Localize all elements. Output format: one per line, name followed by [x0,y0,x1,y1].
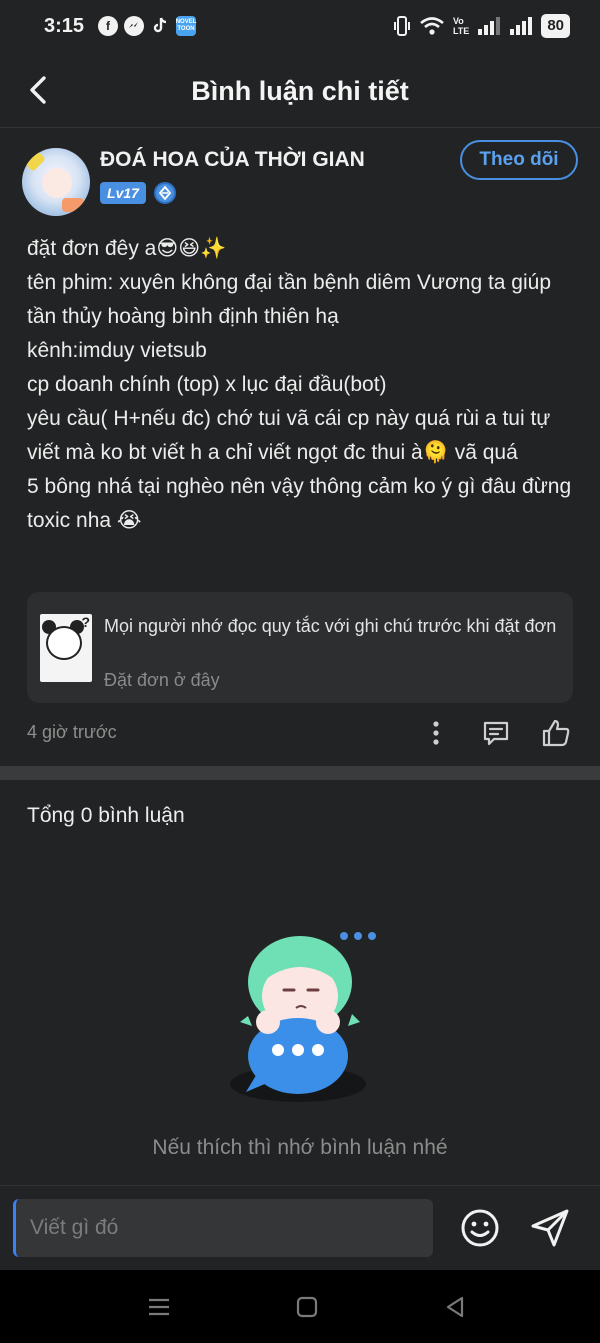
comment-input-bar [0,1185,600,1269]
comment-icon [483,721,509,746]
send-icon [531,1209,569,1247]
post-content: đặt đơn đêy a😎😆✨ tên phim: xuyên không đ… [27,232,577,538]
more-options-button[interactable] [419,716,453,750]
messenger-icon [124,16,144,36]
back-nav-button[interactable] [440,1292,470,1322]
smiley-icon [461,1209,499,1247]
menu-icon [149,1298,169,1316]
follow-button[interactable]: Theo dõi [460,140,578,180]
reply-button[interactable] [479,716,513,750]
wifi-icon [420,17,444,35]
send-button[interactable] [528,1206,572,1250]
linked-post-link[interactable]: Đặt đơn ở đây [104,670,220,691]
signal-icon [478,17,501,35]
post-line: tên phim: xuyên không đại tần bệnh diêm … [27,271,557,328]
level-badge: Lv17 [100,182,146,204]
status-bar: 3:15 f NOVEL TOON Vo LTE 80 [0,0,600,54]
empty-comments-text: Nếu thích thì nhớ bình luận nhé [152,1136,448,1159]
post-author: ĐOÁ HOA CỦA THỜI GIAN Lv17 Theo dõi [22,140,578,220]
post-timestamp: 4 giờ trước [27,722,117,742]
square-icon [296,1296,318,1318]
home-button[interactable] [292,1292,322,1322]
panda-meme-thumbnail: ? [40,614,92,682]
page-title: Bình luận chi tiết [191,76,409,106]
emoji-button[interactable] [458,1206,502,1250]
system-nav-bar [0,1270,600,1343]
linked-post-text: Mọi người nhớ đọc quy tắc với ghi chú tr… [104,616,557,636]
post-line: kênh:imduy vietsub [27,339,207,362]
more-vertical-icon [433,721,439,745]
tiktok-icon [150,16,170,36]
status-time: 3:15 [44,15,85,37]
status-app-icons: f NOVEL TOON [98,16,196,36]
empty-comments-illustration [224,922,380,1112]
post-meta: 4 giờ trước [27,712,573,754]
page-header: Bình luận chi tiết [0,54,600,128]
comment-count: Tổng 0 bình luận [27,804,185,827]
verified-icon [154,182,176,204]
comment-input[interactable] [13,1199,433,1257]
signal-icon-2 [510,17,533,35]
like-button[interactable] [539,716,573,750]
vibrate-icon [393,16,410,36]
thumbs-up-icon [542,719,570,747]
volte-indicator: Vo LTE [452,16,470,36]
author-name[interactable]: ĐOÁ HOA CỦA THỜI GIAN [100,148,365,172]
triangle-left-icon [446,1296,464,1318]
facebook-icon: f [98,16,118,36]
recent-apps-button[interactable] [144,1292,174,1322]
post-line: cp doanh chính (top) x lục đại đầu(bot) [27,373,387,396]
post-line: yêu cầu( H+nếu đc) chớ tui vã cái cp này… [27,407,557,464]
linked-post-card[interactable]: ? Mọi người nhớ đọc quy tắc với ghi chú … [27,592,573,703]
avatar[interactable] [22,148,90,216]
post-line: đặt đơn đêy a😎😆✨ [27,237,227,260]
section-divider [0,766,600,780]
novel-toon-icon: NOVEL TOON [176,16,196,36]
status-indicators: Vo LTE 80 [393,14,570,38]
post-line: 5 bông nhá tại nghèo nên vậy thông cảm k… [27,475,577,532]
battery-indicator: 80 [541,14,570,38]
